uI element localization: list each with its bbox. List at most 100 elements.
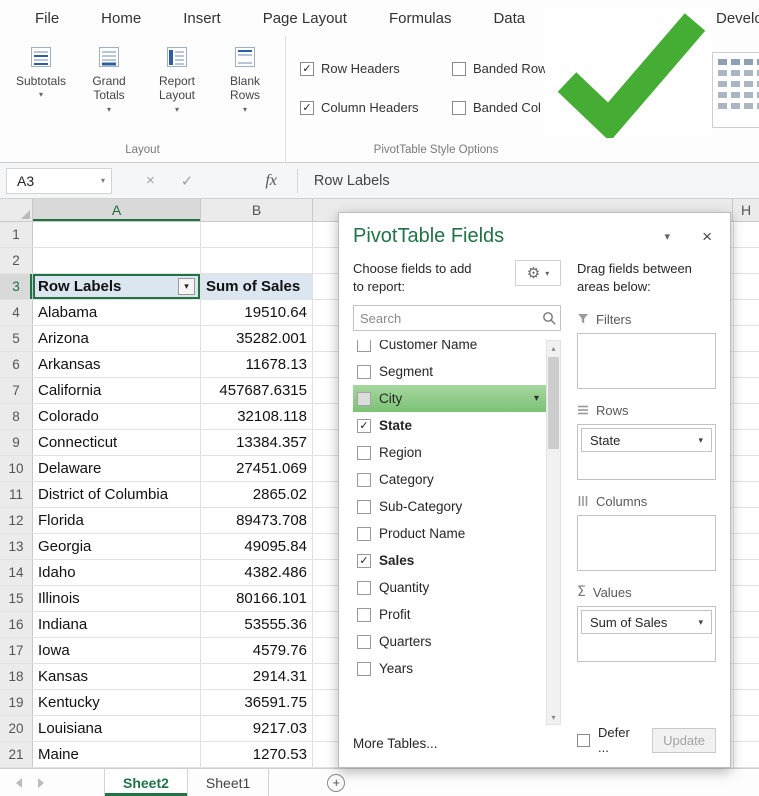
cell-H11[interactable] [733, 482, 759, 507]
cell-A9[interactable]: Connecticut [33, 430, 201, 455]
cell-B10[interactable]: 27451.069 [201, 456, 313, 481]
cell-B16[interactable]: 53555.36 [201, 612, 313, 637]
cell-H6[interactable] [733, 352, 759, 377]
cell-B15[interactable]: 80166.101 [201, 586, 313, 611]
new-sheet-button[interactable]: + [327, 773, 346, 792]
sheet-tab-sheet1[interactable]: Sheet1 [188, 769, 270, 796]
cell-A17[interactable]: Iowa [33, 638, 201, 663]
ribbon-tab-home[interactable]: Home [80, 0, 162, 36]
field-checkbox[interactable] [357, 472, 371, 487]
defer-checkbox[interactable] [577, 733, 590, 747]
field-checkbox[interactable] [357, 580, 371, 595]
pivot-style-preview[interactable] [712, 52, 759, 128]
search-input[interactable] [354, 310, 542, 326]
chevron-down-icon[interactable]: ▾ [698, 435, 703, 446]
rows-field-chip[interactable]: State ▾ [581, 428, 712, 453]
cell-A19[interactable]: Kentucky [33, 690, 201, 715]
row-headers-checkbox[interactable]: ✓ Row Headers [300, 61, 452, 76]
row-header-18[interactable]: 18 [0, 664, 33, 689]
row-header-5[interactable]: 5 [0, 326, 33, 351]
field-item-state[interactable]: ✓ State [353, 412, 546, 439]
report-layout-button[interactable]: Report Layout ▾ [146, 42, 208, 140]
row-header-2[interactable]: 2 [0, 248, 33, 273]
field-checkbox[interactable] [357, 607, 371, 622]
search-box[interactable] [353, 305, 561, 332]
cell-H5[interactable] [733, 326, 759, 351]
field-item-years[interactable]: Years [353, 655, 546, 682]
row-header-19[interactable]: 19 [0, 690, 33, 715]
column-header-H[interactable]: H [733, 199, 759, 221]
cell-A18[interactable]: Kansas [33, 664, 201, 689]
cell-B21[interactable]: 1270.53 [201, 742, 313, 767]
field-item-quantity[interactable]: Quantity [353, 574, 546, 601]
name-box[interactable]: A3 ▾ [6, 167, 112, 194]
field-dropdown-icon[interactable]: ▾ [534, 393, 541, 404]
cell-H3[interactable] [733, 274, 759, 299]
field-checkbox[interactable] [357, 661, 371, 676]
cell-B7[interactable]: 457687.6315 [201, 378, 313, 403]
cell-H15[interactable] [733, 586, 759, 611]
row-header-4[interactable]: 4 [0, 300, 33, 325]
row-header-10[interactable]: 10 [0, 456, 33, 481]
row-header-1[interactable]: 1 [0, 222, 33, 247]
cell-H10[interactable] [733, 456, 759, 481]
column-header-B[interactable]: B [201, 199, 313, 221]
cell-A4[interactable]: Alabama [33, 300, 201, 325]
scrollbar-thumb[interactable] [548, 357, 559, 450]
field-checkbox[interactable] [357, 445, 371, 460]
column-header-A[interactable]: A [33, 199, 201, 221]
cell-B13[interactable]: 49095.84 [201, 534, 313, 559]
cell-A8[interactable]: Colorado [33, 404, 201, 429]
cell-B20[interactable]: 9217.03 [201, 716, 313, 741]
cell-H8[interactable] [733, 404, 759, 429]
cell-H12[interactable] [733, 508, 759, 533]
more-tables-link[interactable]: More Tables... [353, 731, 561, 755]
sheet-tab-sheet2[interactable]: Sheet2 [104, 769, 188, 796]
cell-B12[interactable]: 89473.708 [201, 508, 313, 533]
row-header-17[interactable]: 17 [0, 638, 33, 663]
field-item-customer-name[interactable]: Customer Name [353, 340, 546, 358]
row-header-15[interactable]: 15 [0, 586, 33, 611]
cell-A12[interactable]: Florida [33, 508, 201, 533]
cell-B14[interactable]: 4382.486 [201, 560, 313, 585]
field-item-quarters[interactable]: Quarters [353, 628, 546, 655]
scroll-up-icon[interactable]: ▴ [551, 341, 555, 355]
cell-H17[interactable] [733, 638, 759, 663]
ribbon-tab-insert[interactable]: Insert [162, 0, 242, 36]
cell-H13[interactable] [733, 534, 759, 559]
cell-A21[interactable]: Maine [33, 742, 201, 767]
cell-A2[interactable] [33, 248, 201, 273]
field-item-category[interactable]: Category [353, 466, 546, 493]
row-header-9[interactable]: 9 [0, 430, 33, 455]
cell-A10[interactable]: Delaware [33, 456, 201, 481]
cell-A13[interactable]: Georgia [33, 534, 201, 559]
cell-H20[interactable] [733, 716, 759, 741]
row-header-20[interactable]: 20 [0, 716, 33, 741]
cell-B6[interactable]: 11678.13 [201, 352, 313, 377]
field-item-profit[interactable]: Profit [353, 601, 546, 628]
cell-B18[interactable]: 2914.31 [201, 664, 313, 689]
field-checkbox[interactable] [357, 499, 371, 514]
row-header-11[interactable]: 11 [0, 482, 33, 507]
cell-B4[interactable]: 19510.64 [201, 300, 313, 325]
cell-B11[interactable]: 2865.02 [201, 482, 313, 507]
cell-A16[interactable]: Indiana [33, 612, 201, 637]
cell-A3[interactable]: Row Labels ▾ [33, 274, 201, 299]
row-header-12[interactable]: 12 [0, 508, 33, 533]
fields-scrollbar[interactable]: ▴ ▾ [546, 340, 561, 725]
row-header-14[interactable]: 14 [0, 560, 33, 585]
scroll-down-icon[interactable]: ▾ [551, 710, 555, 724]
field-checkbox[interactable] [357, 364, 371, 379]
chevron-down-icon[interactable]: ▾ [101, 176, 105, 185]
ribbon-tab-page-layout[interactable]: Page Layout [242, 0, 368, 36]
chevron-down-icon[interactable]: ▾ [698, 617, 703, 628]
update-button[interactable]: Update [652, 727, 716, 753]
cell-B1[interactable] [201, 222, 313, 247]
ribbon-tab-develop[interactable]: Develop [712, 0, 759, 36]
cell-B19[interactable]: 36591.75 [201, 690, 313, 715]
cell-H14[interactable] [733, 560, 759, 585]
subtotals-button[interactable]: Subtotals ▾ [10, 42, 72, 140]
cell-A20[interactable]: Louisiana [33, 716, 201, 741]
cell-B5[interactable]: 35282.001 [201, 326, 313, 351]
cell-B3[interactable]: Sum of Sales [201, 274, 313, 299]
